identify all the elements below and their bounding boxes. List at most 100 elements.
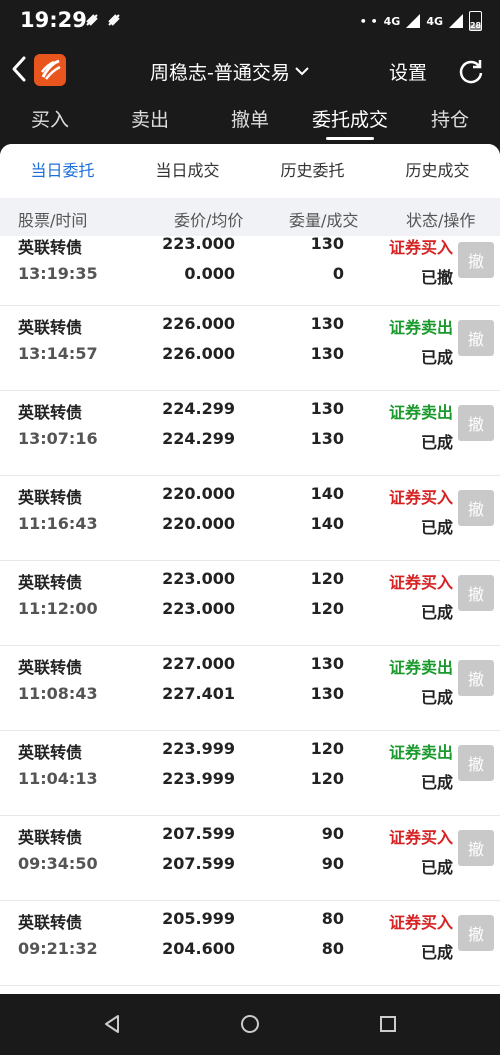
order-side: 证券买入 xyxy=(388,573,453,592)
order-price: 226.000 xyxy=(162,314,235,333)
order-status: 已成 xyxy=(420,348,453,367)
order-qty: 140 xyxy=(310,484,344,503)
app-logo-icon xyxy=(34,54,66,86)
chevron-left-icon[interactable] xyxy=(8,54,32,84)
stock-name: 英联转债 xyxy=(18,238,83,257)
order-status: 已成 xyxy=(420,518,453,537)
cancel-order-button[interactable]: 撤 xyxy=(458,915,494,951)
avg-price: 227.401 xyxy=(162,684,235,703)
order-status: 已成 xyxy=(420,433,453,452)
stock-name: 英联转债 xyxy=(18,743,83,762)
cancel-order-button[interactable]: 撤 xyxy=(458,575,494,611)
filled-qty: 120 xyxy=(310,599,344,618)
col-stock-time: 股票/时间 xyxy=(18,211,88,230)
cancel-order-button[interactable]: 撤 xyxy=(458,490,494,526)
triangle-back-icon[interactable] xyxy=(100,1012,124,1036)
order-qty: 130 xyxy=(310,654,344,673)
square-recent-icon[interactable] xyxy=(376,1012,400,1036)
status-time: 19:29 xyxy=(20,8,87,32)
cancel-order-button[interactable]: 撤 xyxy=(458,242,494,278)
account-selector[interactable]: 周稳志-普通交易 xyxy=(150,58,310,84)
filled-qty: 140 xyxy=(310,514,344,533)
tab-cancel[interactable]: 撤单 xyxy=(200,100,300,144)
order-side: 证券买入 xyxy=(388,488,453,507)
order-row[interactable]: 英联转债 13:14:57 226.000 226.000 130 130 证券卖出 已成撤 xyxy=(0,306,500,391)
table-header: 股票/时间 委价/均价 委量/成交 状态/操作 xyxy=(0,198,500,236)
avg-price: 220.000 xyxy=(162,514,235,533)
filled-qty: 90 xyxy=(321,854,344,873)
order-time: 09:21:32 xyxy=(18,939,98,958)
circle-home-icon[interactable] xyxy=(238,1012,262,1036)
order-status: 已成 xyxy=(420,943,453,962)
order-row[interactable]: 英联转债 13:19:35 223.000 0.000 130 0 证券买入 已撤撤 xyxy=(0,234,500,306)
avg-price: 226.000 xyxy=(162,344,235,363)
sub-tab-bar: 当日委托 当日成交 历史委托 历史成交 xyxy=(0,144,500,198)
stock-name: 英联转债 xyxy=(18,828,83,847)
tab-buy[interactable]: 买入 xyxy=(0,100,100,144)
subtab-today-trades[interactable]: 当日成交 xyxy=(125,144,250,198)
avg-price: 207.599 xyxy=(162,854,235,873)
col-qty-filled: 委量/成交 xyxy=(289,211,359,230)
order-row[interactable]: 英联转债 11:12:00 223.000 223.000 120 120 证券买入 已成撤 xyxy=(0,561,500,646)
cancel-order-button[interactable]: 撤 xyxy=(458,660,494,696)
order-time: 13:07:16 xyxy=(18,429,98,448)
subtab-history-trades[interactable]: 历史成交 xyxy=(375,144,500,198)
order-price: 227.000 xyxy=(162,654,235,673)
order-qty: 130 xyxy=(310,234,344,253)
filled-qty: 80 xyxy=(321,939,344,958)
notification-icon-2 xyxy=(108,14,120,26)
order-qty: 130 xyxy=(310,399,344,418)
order-side: 证券买入 xyxy=(388,913,453,932)
avg-price: 223.999 xyxy=(162,769,235,788)
order-row[interactable]: 英联转债 11:08:43 227.000 227.401 130 130 证券卖出 已成撤 xyxy=(0,646,500,731)
network-label-1: 4G xyxy=(383,14,401,28)
cancel-order-button[interactable]: 撤 xyxy=(458,320,494,356)
refresh-icon[interactable] xyxy=(457,57,485,85)
order-row[interactable]: 英联转债 09:21:32 205.999 204.600 80 80 证券买入 已成撤 xyxy=(0,901,500,986)
order-qty: 80 xyxy=(321,909,344,928)
order-status: 已撤 xyxy=(420,268,453,287)
status-bar: 19:29 • • 4G 4G 28 xyxy=(0,0,500,42)
avg-price: 204.600 xyxy=(162,939,235,958)
battery-icon: 28 xyxy=(469,11,482,31)
cancel-order-button[interactable]: 撤 xyxy=(458,830,494,866)
order-side: 证券买入 xyxy=(388,828,453,847)
cancel-order-button[interactable]: 撤 xyxy=(458,745,494,781)
subtab-today-orders[interactable]: 当日委托 xyxy=(0,144,125,198)
subtab-history-orders[interactable]: 历史委托 xyxy=(250,144,375,198)
system-nav-bar xyxy=(0,994,500,1055)
col-price-avg: 委价/均价 xyxy=(174,211,244,230)
cancel-order-button[interactable]: 撤 xyxy=(458,405,494,441)
filled-qty: 130 xyxy=(310,344,344,363)
order-price: 220.000 xyxy=(162,484,235,503)
signal-icon-2 xyxy=(449,14,463,28)
tab-positions[interactable]: 持仓 xyxy=(400,100,500,144)
tab-orders[interactable]: 委托成交 xyxy=(300,100,400,144)
order-row[interactable]: 英联转债 13:07:16 224.299 224.299 130 130 证券卖出 已成撤 xyxy=(0,391,500,476)
order-qty: 120 xyxy=(310,569,344,588)
order-row[interactable]: 英联转债 11:16:43 220.000 220.000 140 140 证券买入 已成撤 xyxy=(0,476,500,561)
battery-level: 28 xyxy=(469,21,482,30)
order-status: 已成 xyxy=(420,603,453,622)
tab-sell[interactable]: 卖出 xyxy=(100,100,200,144)
page-title: 周稳志-普通交易 xyxy=(150,61,290,84)
order-price: 207.599 xyxy=(162,824,235,843)
order-status: 已成 xyxy=(420,688,453,707)
orders-panel: 当日委托 当日成交 历史委托 历史成交 股票/时间 委价/均价 委量/成交 状态… xyxy=(0,144,500,994)
order-status: 已成 xyxy=(420,773,453,792)
settings-button[interactable]: 设置 xyxy=(389,58,427,85)
order-row[interactable]: 英联转债 09:34:50 207.599 207.599 90 90 证券买入 已成撤 xyxy=(0,816,500,901)
avg-price: 224.299 xyxy=(162,429,235,448)
stock-name: 英联转债 xyxy=(18,403,83,422)
order-time: 11:16:43 xyxy=(18,514,98,533)
order-side: 证券卖出 xyxy=(388,403,453,422)
order-qty: 90 xyxy=(321,824,344,843)
order-row[interactable]: 英联转债 11:04:13 223.999 223.999 120 120 证券卖出 已成撤 xyxy=(0,731,500,816)
order-side: 证券卖出 xyxy=(388,743,453,762)
app-header: 周稳志-普通交易 设置 xyxy=(0,42,500,100)
order-side: 证券卖出 xyxy=(388,658,453,677)
filled-qty: 130 xyxy=(310,429,344,448)
order-side: 证券买入 xyxy=(388,238,453,257)
avg-price: 0.000 xyxy=(184,264,235,283)
network-label-2: 4G xyxy=(426,14,443,28)
